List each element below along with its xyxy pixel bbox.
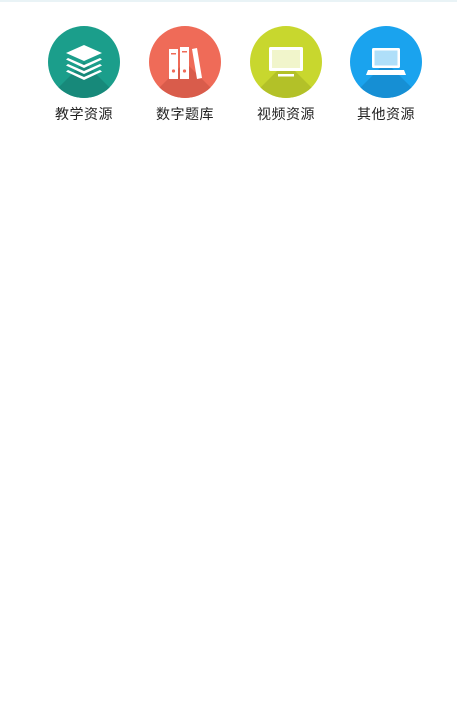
layers-icon (66, 45, 102, 80)
monitor-icon (269, 47, 303, 77)
other-resources-button[interactable]: 其他资源 (341, 26, 431, 130)
other-resources-label: 其他资源 (357, 107, 415, 123)
teaching-resources-button[interactable]: 教学资源 (39, 26, 129, 130)
digital-question-bank-button[interactable]: 数字题库 (140, 26, 230, 130)
video-resources-circle (250, 26, 322, 98)
books-icon (169, 47, 202, 79)
teaching-resources-label: 教学资源 (55, 107, 113, 123)
other-resources-circle (350, 26, 422, 98)
digital-question-bank-label: 数字题库 (156, 107, 214, 123)
laptop-icon (366, 48, 406, 75)
video-resources-label: 视频资源 (257, 107, 315, 123)
digital-question-bank-circle (149, 26, 221, 98)
resource-category-grid: 教学资源 数字题库 视频资源 其他资源 (0, 26, 457, 136)
video-resources-button[interactable]: 视频资源 (241, 26, 331, 130)
top-divider (0, 0, 457, 2)
teaching-resources-circle (48, 26, 120, 98)
